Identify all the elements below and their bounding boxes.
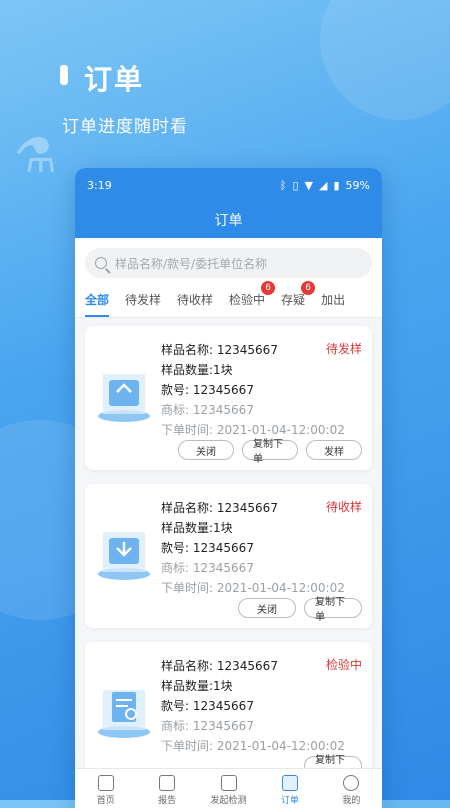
name-label: 样品名称: xyxy=(161,343,214,357)
tab-label: 待收样 xyxy=(177,293,214,307)
count-badge: 6 xyxy=(261,281,276,295)
qty-label: 样品数量: xyxy=(161,679,214,693)
tab-extra[interactable]: 加出 xyxy=(321,291,345,317)
report-icon xyxy=(159,775,176,791)
user-icon xyxy=(343,775,360,791)
tab-pending-receive[interactable]: 待收样 xyxy=(177,291,213,317)
sample-name: 12345667 xyxy=(216,501,278,515)
time-label: 下单时间: xyxy=(161,423,214,437)
tabbar-start-test[interactable]: 发起检测 xyxy=(198,769,259,808)
tab-bar: 全部 待发样 待收样 检验中 6 存疑 6 加出 xyxy=(75,281,382,318)
signal-icon: ◢ xyxy=(319,178,328,192)
vibrate-icon: ▯ xyxy=(292,178,299,192)
name-label: 样品名称: xyxy=(161,659,214,673)
sample-qty: 1块 xyxy=(213,521,233,535)
battery-level: 59% xyxy=(345,178,370,192)
qty-label: 样品数量: xyxy=(161,363,214,377)
order-card[interactable]: 样品名称: 12345667 样品数量:1块 款号: 12345667 商标: … xyxy=(85,484,372,628)
brand-label: 商标: xyxy=(161,719,190,733)
order-icon xyxy=(281,775,298,791)
tabbar-report[interactable]: 报告 xyxy=(136,769,197,808)
tab-inspecting[interactable]: 检验中 6 xyxy=(229,281,276,317)
sample-qty: 1块 xyxy=(213,363,233,377)
status-badge: 待发样 xyxy=(325,342,362,356)
close-button[interactable]: 关闭 xyxy=(178,440,234,460)
tab-label: 存疑 xyxy=(281,293,306,307)
copy-order-button[interactable]: 复制下单 xyxy=(242,439,298,465)
name-label: 样品名称: xyxy=(161,501,214,515)
hero: 订单 xyxy=(60,58,144,98)
order-card[interactable]: 样品名称: 12345667 样品数量:1块 款号: 12345667 商标: … xyxy=(85,642,372,786)
home-icon xyxy=(97,775,114,791)
sample-name: 12345667 xyxy=(216,343,278,357)
style-label: 款号: xyxy=(161,383,190,397)
hero-title: 订单 xyxy=(84,63,145,96)
search-icon xyxy=(95,257,107,269)
status-time: 3:19 xyxy=(87,178,112,192)
hero-bar xyxy=(60,65,68,85)
count-badge: 6 xyxy=(301,281,316,295)
brand-label: 商标: xyxy=(161,403,190,417)
tab-label: 加出 xyxy=(321,293,346,307)
tabbar-home[interactable]: 首页 xyxy=(75,769,136,808)
time-label: 下单时间: xyxy=(161,581,214,595)
copy-order-button[interactable]: 复制下单 xyxy=(304,597,362,623)
flask-icon: ⚗ xyxy=(14,128,58,184)
sample-qty: 1块 xyxy=(213,679,233,693)
brand: 12345667 xyxy=(192,403,254,417)
style-number: 12345667 xyxy=(192,541,254,555)
close-button[interactable]: 关闭 xyxy=(238,598,296,618)
qty-label: 样品数量: xyxy=(161,521,214,535)
status-bar: 3:19 ᛒ ▯ ▼ ◢ ▮ 59% xyxy=(75,168,382,202)
bluetooth-icon: ᛒ xyxy=(279,178,287,192)
tab-label: 检验中 xyxy=(229,293,266,307)
box-illustration-icon xyxy=(98,374,150,422)
search-placeholder: 样品名称/款号/委托单位名称 xyxy=(115,256,268,271)
status-badge: 检验中 xyxy=(325,658,362,672)
style-number: 12345667 xyxy=(192,383,254,397)
document-illustration-icon xyxy=(98,690,150,738)
navbar: 订单 xyxy=(75,202,382,238)
phone-frame: 3:19 ᛒ ▯ ▼ ◢ ▮ 59% 订单 样品名称/款号/委托单位名称 全部 … xyxy=(75,168,382,808)
search-input[interactable]: 样品名称/款号/委托单位名称 xyxy=(85,248,372,278)
battery-icon: ▮ xyxy=(333,178,340,192)
tabbar-profile[interactable]: 我的 xyxy=(321,769,382,808)
tab-doubtful[interactable]: 存疑 6 xyxy=(281,281,316,317)
order-list: 样品名称: 12345667 样品数量:1块 款号: 12345667 商标: … xyxy=(75,318,382,786)
tabbar-orders[interactable]: 订单 xyxy=(259,769,320,808)
style-label: 款号: xyxy=(161,699,190,713)
brand: 12345667 xyxy=(192,719,254,733)
style-label: 款号: xyxy=(161,541,190,555)
time-label: 下单时间: xyxy=(161,739,214,753)
send-sample-button[interactable]: 发样 xyxy=(306,440,362,460)
wifi-icon: ▼ xyxy=(304,178,314,192)
tab-all[interactable]: 全部 xyxy=(85,291,110,317)
brand-label: 商标: xyxy=(161,561,190,575)
status-badge: 待收样 xyxy=(325,500,362,514)
tab-pending-send[interactable]: 待发样 xyxy=(125,291,161,317)
scan-icon xyxy=(220,775,237,791)
style-number: 12345667 xyxy=(192,699,254,713)
hero-subtitle: 订单进度随时看 xyxy=(62,117,188,137)
tab-label: 待发样 xyxy=(125,293,162,307)
order-card[interactable]: 样品名称: 12345667 样品数量:1块 款号: 12345667 商标: … xyxy=(85,326,372,470)
page-title: 订单 xyxy=(214,213,243,229)
brand: 12345667 xyxy=(192,561,254,575)
download-box-illustration-icon xyxy=(98,532,150,580)
bottom-tab-bar: 首页 报告 发起检测 订单 我的 xyxy=(75,768,382,808)
tab-label: 全部 xyxy=(85,293,110,307)
sample-name: 12345667 xyxy=(216,659,278,673)
